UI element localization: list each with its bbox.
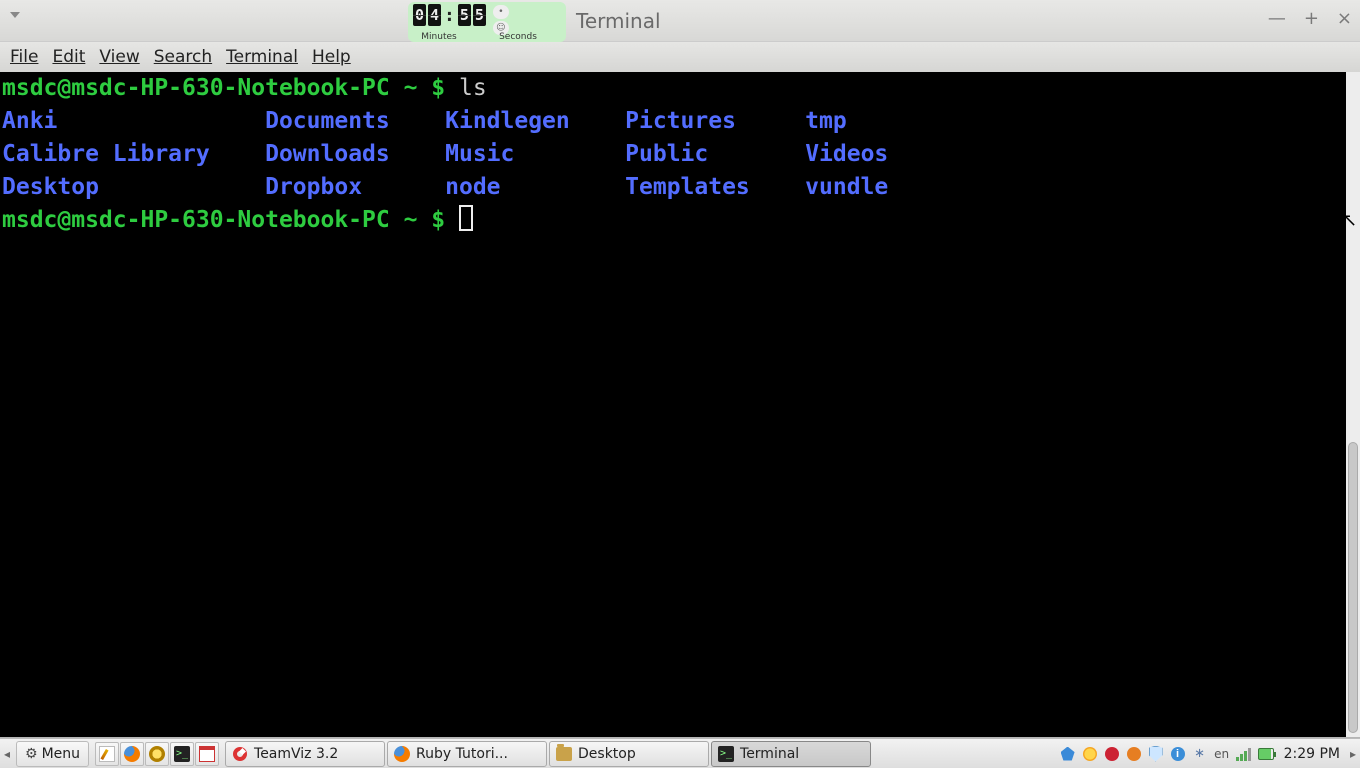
maximize-button[interactable]: +: [1304, 8, 1319, 29]
start-menu-label: Menu: [42, 746, 80, 762]
menu-search[interactable]: Search: [154, 47, 212, 67]
timer-min-digit-2: 4: [428, 4, 441, 26]
timer-seconds-label: Seconds: [470, 32, 566, 42]
task-ruby-tutorial[interactable]: Ruby Tutori...: [387, 741, 547, 767]
launcher-terminal[interactable]: >_: [170, 742, 194, 766]
menu-view[interactable]: View: [99, 47, 139, 67]
tray-network-icon[interactable]: [1236, 746, 1252, 762]
timer-min-digit-1: 0: [413, 4, 426, 26]
menu-terminal[interactable]: Terminal: [226, 47, 298, 67]
tray-bluetooth-icon[interactable]: ∗: [1192, 746, 1208, 762]
timer-minutes-label: Minutes: [408, 32, 470, 42]
close-button[interactable]: ×: [1337, 8, 1352, 29]
launcher-calendar[interactable]: [195, 742, 219, 766]
firefox-icon: [394, 746, 410, 762]
terminal-icon: >_: [718, 746, 734, 762]
terminal-icon: >_: [174, 746, 190, 762]
teamviz-icon: [232, 746, 248, 762]
system-tray: i ∗ en: [1056, 746, 1278, 762]
terminal-viewport[interactable]: msdc@msdc-HP-630-Notebook-PC ~ $ ls Anki…: [0, 72, 1346, 737]
taskbar-clock[interactable]: 2:29 PM: [1278, 746, 1346, 762]
timer-sec-digit-1: 5: [458, 4, 471, 26]
taskbar-arrow-right-icon[interactable]: ▸: [1346, 747, 1360, 761]
taskbar: ◂ ⚙ Menu >_ TeamViz 3.2 Ruby Tutori... D…: [0, 738, 1360, 768]
quick-launch: >_: [95, 742, 219, 766]
launcher-media[interactable]: [145, 742, 169, 766]
timer-control-top[interactable]: •: [493, 5, 509, 19]
tray-info-icon[interactable]: i: [1170, 746, 1186, 762]
timer-colon: :: [444, 5, 455, 26]
terminal-window: Terminal — + × 0 4 : 5 5 • ☺ Minutes Sec…: [0, 0, 1360, 738]
tray-language[interactable]: en: [1214, 746, 1230, 762]
tray-red-icon[interactable]: [1104, 746, 1120, 762]
task-teamviz[interactable]: TeamViz 3.2: [225, 741, 385, 767]
firefox-icon: [124, 746, 140, 762]
titlebar-app-dropdown-icon[interactable]: [10, 12, 20, 18]
task-label: TeamViz 3.2: [254, 746, 338, 762]
window-title: Terminal: [576, 9, 661, 33]
menubar: File Edit View Search Terminal Help: [0, 42, 1360, 72]
menu-file[interactable]: File: [10, 47, 38, 67]
tray-dropbox-icon[interactable]: [1060, 746, 1076, 762]
tray-orange-icon[interactable]: [1126, 746, 1142, 762]
task-terminal[interactable]: >_ Terminal: [711, 741, 871, 767]
media-icon: [149, 746, 165, 762]
timer-sec-digit-2: 5: [473, 4, 486, 26]
terminal-scrollbar[interactable]: [1346, 72, 1360, 737]
launcher-firefox[interactable]: [120, 742, 144, 766]
calendar-icon: [199, 746, 215, 762]
task-label: Ruby Tutori...: [416, 746, 508, 762]
task-desktop[interactable]: Desktop: [549, 741, 709, 767]
titlebar[interactable]: Terminal — + ×: [0, 0, 1360, 42]
tray-shield-icon[interactable]: [1148, 746, 1164, 762]
gear-icon: ⚙: [25, 746, 38, 762]
tray-weather-icon[interactable]: [1082, 746, 1098, 762]
pomodoro-timer[interactable]: 0 4 : 5 5 • ☺ Minutes Seconds: [408, 2, 566, 42]
launcher-text-editor[interactable]: [95, 742, 119, 766]
start-menu-button[interactable]: ⚙ Menu: [16, 741, 89, 767]
text-editor-icon: [99, 746, 115, 762]
tray-battery-icon[interactable]: [1258, 746, 1274, 762]
taskbar-tasks: TeamViz 3.2 Ruby Tutori... Desktop >_ Te…: [225, 741, 871, 767]
scrollbar-thumb[interactable]: [1348, 442, 1358, 733]
menu-edit[interactable]: Edit: [52, 47, 85, 67]
folder-icon: [556, 746, 572, 762]
minimize-button[interactable]: —: [1268, 8, 1286, 29]
menu-help[interactable]: Help: [312, 47, 351, 67]
task-label: Terminal: [740, 746, 799, 762]
taskbar-arrow-left-icon[interactable]: ◂: [0, 747, 14, 761]
task-label: Desktop: [578, 746, 636, 762]
